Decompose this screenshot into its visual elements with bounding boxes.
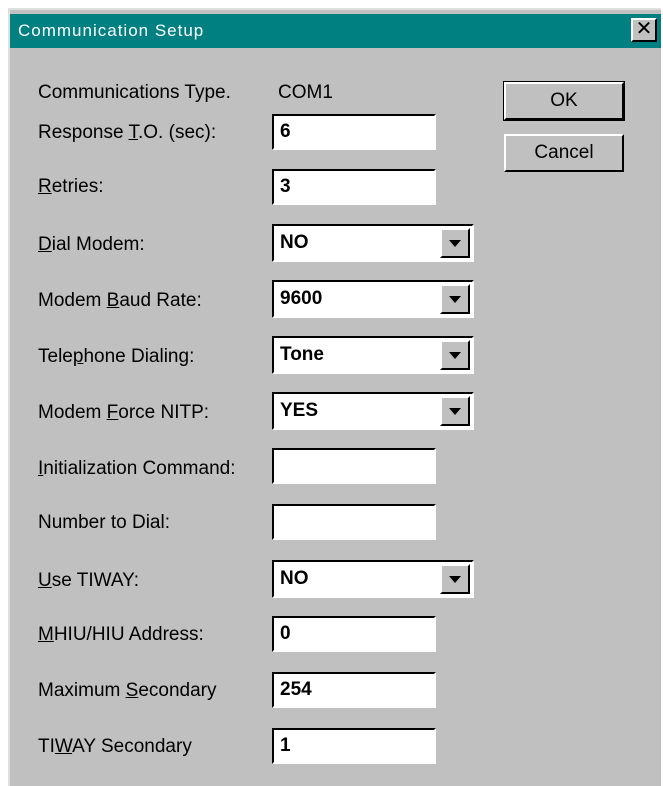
retries-input[interactable] [272,169,436,205]
max-secondary-label: Maximum Secondary [38,680,217,701]
response-timeout-input[interactable] [272,114,436,150]
comm-type-value: COM1 [278,82,333,103]
number-to-dial-label: Number to Dial: [38,512,170,533]
response-timeout-label: Response T.O. (sec): [38,122,217,143]
dial-modem-dropdown-button[interactable] [440,228,470,258]
chevron-down-icon [449,408,461,415]
telephone-dialing-select[interactable]: Tone [272,336,474,374]
force-nitp-label: Modem Force NITP: [38,402,210,423]
use-tiway-value: NO [280,568,309,589]
close-button[interactable]: ✕ [631,18,657,42]
tiway-secondary-input[interactable] [272,728,436,764]
baud-rate-select[interactable]: 9600 [272,280,474,318]
mhiu-address-input[interactable] [272,616,436,652]
force-nitp-select[interactable]: YES [272,392,474,430]
chevron-down-icon [449,296,461,303]
dial-modem-select[interactable]: NO [272,224,474,262]
chevron-down-icon [449,240,461,247]
telephone-dialing-label: Telephone Dialing: [38,346,195,367]
chevron-down-icon [449,576,461,583]
use-tiway-dropdown-button[interactable] [440,564,470,594]
comm-type-label: Communications Type. [38,82,231,103]
baud-rate-label: Modem Baud Rate: [38,290,202,311]
telephone-dialing-dropdown-button[interactable] [440,340,470,370]
dial-modem-value: NO [280,232,309,253]
number-to-dial-input[interactable] [272,504,436,540]
force-nitp-dropdown-button[interactable] [440,396,470,426]
init-command-label: Initialization Command: [38,458,236,479]
use-tiway-select[interactable]: NO [272,560,474,598]
cancel-button[interactable]: Cancel [504,134,624,172]
ok-button[interactable]: OK [503,81,625,121]
window-title: Communication Setup [18,21,205,40]
max-secondary-input[interactable] [272,672,436,708]
force-nitp-value: YES [280,400,319,421]
init-command-input[interactable] [272,448,436,484]
baud-rate-value: 9600 [280,288,323,309]
telephone-dialing-value: Tone [280,344,324,365]
close-icon: ✕ [635,18,653,40]
use-tiway-label: Use TIWAY: [38,570,140,591]
communication-setup-dialog: Communication Setup ✕ OK Cancel Communic… [8,8,661,786]
dial-modem-label: Dial Modem: [38,234,145,255]
retries-label: Retries: [38,176,104,197]
mhiu-address-label: MHIU/HIU Address: [38,624,204,645]
baud-rate-dropdown-button[interactable] [440,284,470,314]
chevron-down-icon [449,352,461,359]
tiway-secondary-label: TIWAY Secondary [38,736,192,757]
title-bar[interactable]: Communication Setup ✕ [10,14,661,48]
